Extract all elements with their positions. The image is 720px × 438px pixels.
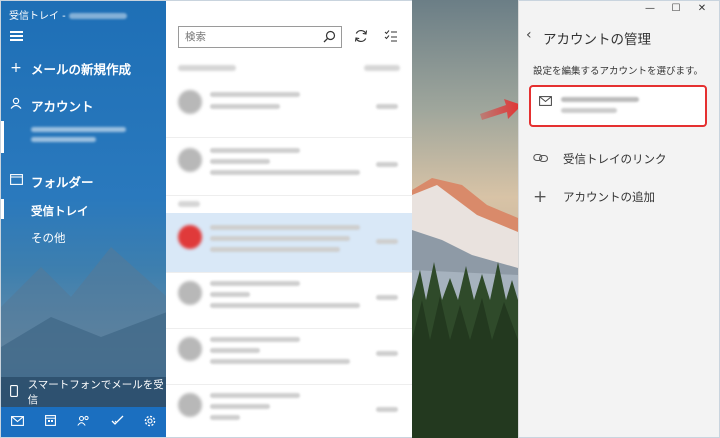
message-item[interactable]	[166, 381, 412, 438]
link-inboxes-label: 受信トレイのリンク	[563, 152, 667, 166]
calendar-icon[interactable]	[41, 415, 61, 429]
window-title: 受信トレイ -	[9, 7, 127, 22]
person-icon	[1, 97, 31, 113]
account-selected-indicator	[1, 121, 4, 153]
search-icon[interactable]	[323, 30, 336, 46]
window-controls: — ☐ ✕	[637, 3, 715, 14]
message-item-selected[interactable]	[166, 213, 412, 273]
maximize-icon[interactable]: ☐	[663, 3, 689, 14]
manage-accounts-panel: — ☐ ✕ ‹ アカウントの管理 設定を編集するアカウントを選びます。 受信トレ…	[518, 0, 720, 438]
message-list-pane	[166, 0, 412, 438]
folder-inbox[interactable]: 受信トレイ	[31, 203, 89, 219]
message-item[interactable]	[166, 325, 412, 385]
new-mail-button[interactable]: + メールの新規作成	[1, 55, 166, 81]
new-mail-label: メールの新規作成	[31, 61, 132, 77]
app-switcher-bar	[1, 407, 166, 437]
settings-icon[interactable]	[140, 415, 160, 430]
search-input[interactable]	[185, 31, 315, 43]
close-icon[interactable]: ✕	[689, 3, 715, 14]
phone-icon	[1, 384, 28, 400]
add-account-button[interactable]: + アカウントの追加	[533, 187, 655, 207]
hamburger-menu-icon[interactable]	[10, 31, 23, 41]
plus-icon: +	[533, 187, 548, 207]
plus-icon: +	[10, 60, 22, 76]
mail-icon[interactable]	[8, 415, 28, 429]
message-item[interactable]	[166, 136, 412, 196]
link-icon	[533, 152, 563, 167]
folder-other[interactable]: その他	[31, 230, 66, 246]
link-inboxes-button[interactable]: 受信トレイのリンク	[533, 151, 667, 167]
folders-button[interactable]: フォルダー	[1, 168, 166, 194]
back-chevron-icon[interactable]: ‹	[526, 27, 532, 43]
desktop-background-image	[412, 0, 518, 438]
account-entry-highlighted[interactable]	[529, 85, 707, 127]
accounts-button[interactable]: アカウント	[1, 92, 166, 118]
todo-icon[interactable]	[107, 415, 127, 429]
date-group-redacted	[178, 201, 200, 207]
mail-icon	[539, 96, 552, 109]
get-mail-on-phone-label: スマートフォンでメールを受信	[27, 379, 164, 406]
search-box[interactable]	[178, 26, 342, 48]
add-account-label: アカウントの追加	[563, 190, 655, 204]
folder-selected-indicator	[1, 199, 4, 219]
panel-description: 設定を編集するアカウントを選びます。	[533, 66, 704, 77]
folder-icon	[1, 173, 31, 189]
account-item-redacted[interactable]	[31, 127, 126, 147]
minimize-icon[interactable]: —	[637, 3, 663, 14]
folders-label: フォルダー	[31, 174, 94, 190]
people-icon[interactable]	[74, 415, 94, 429]
accounts-label: アカウント	[31, 98, 94, 114]
sync-icon[interactable]	[354, 29, 368, 47]
filter-redacted[interactable]	[364, 65, 400, 71]
panel-title: アカウントの管理	[543, 32, 651, 48]
message-item[interactable]	[166, 78, 412, 138]
selection-mode-icon[interactable]	[384, 29, 398, 46]
navigation-pane: 受信トレイ - + メールの新規作成 アカウント フォルダー 受信トレイ その他…	[0, 0, 166, 438]
list-header-redacted	[178, 65, 236, 71]
get-mail-on-phone-button[interactable]: スマートフォンでメールを受信	[1, 377, 166, 407]
message-item[interactable]	[166, 269, 412, 329]
